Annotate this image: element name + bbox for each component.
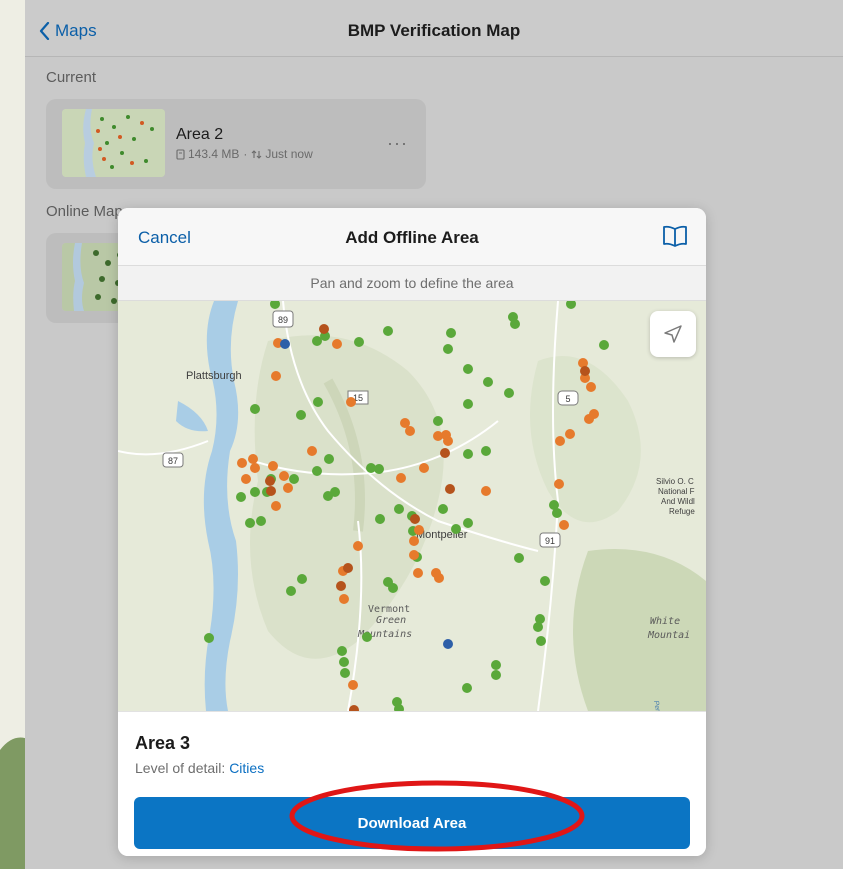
map-view[interactable]: 89 15 5 87 91 Plattsburgh Montpelier Ver… <box>118 301 706 711</box>
lod-label: Level of detail: <box>135 760 226 776</box>
map-label-mountain: Mountai <box>647 630 690 641</box>
area2-thumbnail <box>62 109 165 177</box>
map-label-silvio-2: National F <box>658 487 695 496</box>
map-label-white: White <box>650 616 680 627</box>
area2-sync-time: Just now <box>265 147 313 161</box>
cancel-button[interactable]: Cancel <box>138 228 191 248</box>
area-details-panel: Area 3 Level of detail: Cities Download … <box>118 711 706 856</box>
dialog-instruction: Pan and zoom to define the area <box>118 265 706 301</box>
lod-value-link[interactable]: Cities <box>229 760 264 776</box>
meta-separator: · <box>243 147 248 161</box>
area2-metadata: 143.4 MB · Just now <box>176 147 313 161</box>
section-label-current: Current <box>46 69 97 86</box>
navigation-bar: Maps BMP Verification Map <box>25 0 843 57</box>
area3-name: Area 3 <box>135 733 191 753</box>
page-title: BMP Verification Map <box>347 21 521 40</box>
add-offline-area-dialog: Cancel Add Offline Area Pan and zoom to … <box>118 208 706 856</box>
area2-size: 143.4 MB <box>188 147 240 161</box>
dialog-header: Cancel Add Offline Area <box>118 208 706 265</box>
location-arrow-icon <box>664 325 682 343</box>
bookmarks-button[interactable] <box>662 225 688 252</box>
route-89-label: 89 <box>278 315 288 325</box>
route-5-label: 5 <box>565 394 570 404</box>
route-87-label: 87 <box>168 456 178 466</box>
more-options-button[interactable]: ··· <box>387 133 408 154</box>
sync-arrows-icon <box>251 149 262 159</box>
map-label-plattsburgh: Plattsburgh <box>186 370 242 382</box>
storage-icon <box>176 148 185 160</box>
level-of-detail-row: Level of detail: Cities <box>135 760 264 776</box>
map-label-green: Green <box>376 615 406 626</box>
map-label-silvio-3: And Wildl <box>661 497 695 506</box>
area2-name: Area 2 <box>176 126 224 143</box>
map-label-vermont: Vermont <box>368 604 410 615</box>
section-label-online: Online Map <box>46 203 123 220</box>
map-label-silvio-1: Silvio O. C <box>656 477 694 486</box>
dialog-title: Add Offline Area <box>345 228 479 247</box>
locate-button[interactable] <box>650 311 696 357</box>
book-icon <box>663 225 687 247</box>
route-91-label: 91 <box>545 536 555 546</box>
download-area-button[interactable]: Download Area <box>134 797 690 849</box>
current-map-card[interactable]: Area 2 143.4 MB · Just now ··· <box>46 99 426 189</box>
map-label-silvio-4: Refuge <box>669 507 695 516</box>
